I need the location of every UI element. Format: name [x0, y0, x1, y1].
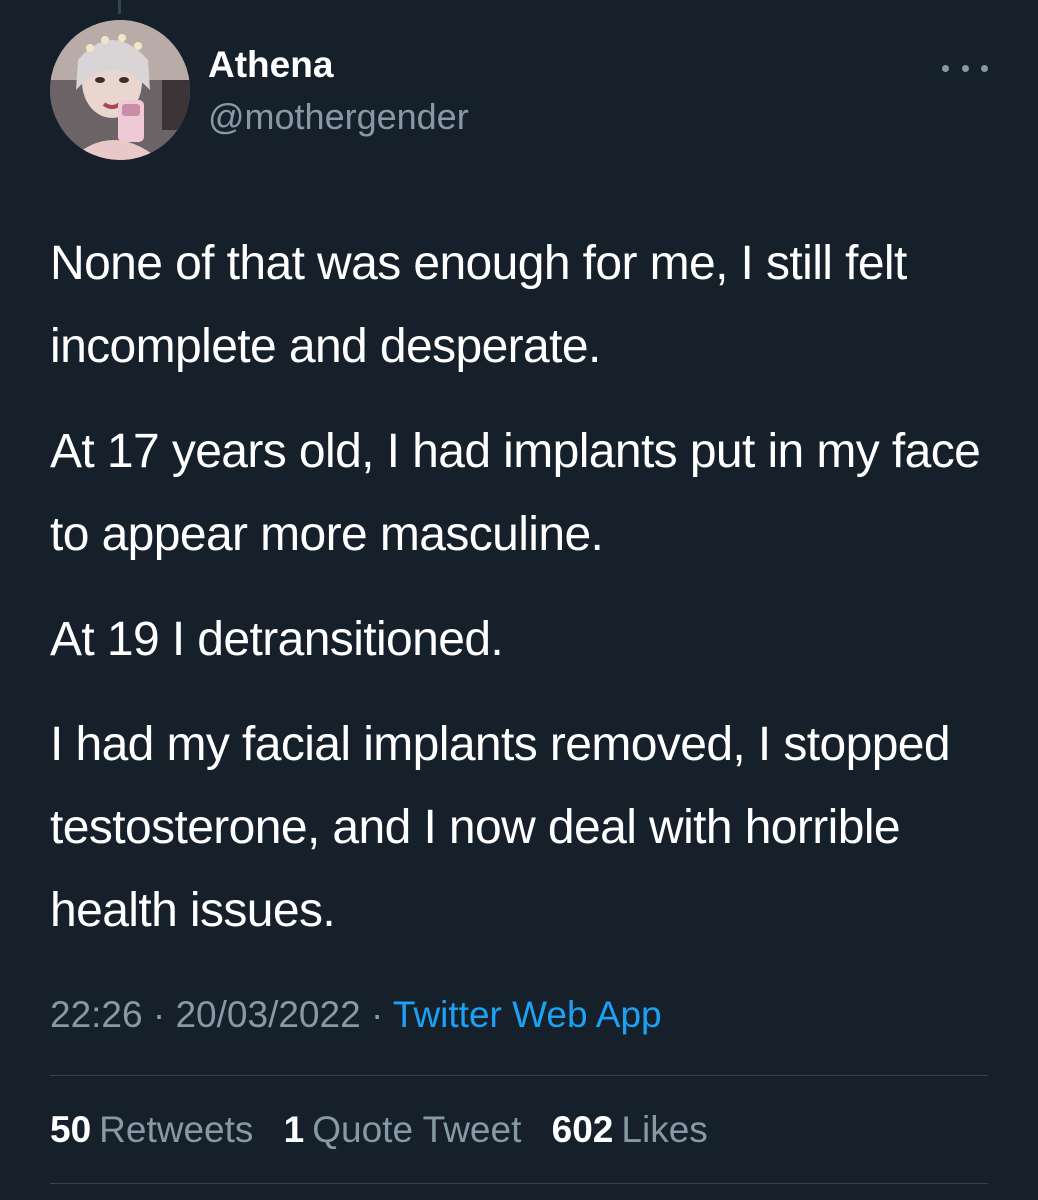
tweet-paragraph: At 19 I detransitioned.	[50, 613, 504, 666]
more-options-button[interactable]	[942, 54, 988, 82]
retweets-count: 50	[50, 1109, 92, 1150]
divider	[50, 1183, 988, 1184]
quote-tweets-count: 1	[283, 1109, 305, 1150]
tweet-time[interactable]: 22:26	[50, 994, 143, 1035]
retweets-stat[interactable]: 50 Retweets	[50, 1111, 253, 1148]
tweet-date[interactable]: 20/03/2022	[175, 994, 360, 1035]
more-horizontal-icon	[942, 64, 949, 72]
thread-connector-line	[118, 0, 121, 14]
display-name[interactable]: Athena	[208, 46, 333, 83]
quote-tweets-stat[interactable]: 1 Quote Tweet	[284, 1111, 522, 1148]
tweet-text: None of that was enough for me, I still …	[50, 222, 1000, 974]
tweet-source-link[interactable]: Twitter Web App	[393, 994, 662, 1035]
handle[interactable]: @mothergender	[208, 99, 469, 135]
likes-count: 602	[551, 1109, 614, 1150]
tweet-metadata: 22:26 · 20/03/2022 · Twitter Web App	[50, 996, 662, 1033]
tweet-paragraph: At 17 years old, I had implants put in m…	[50, 425, 981, 561]
divider	[50, 1075, 988, 1076]
likes-label: Likes	[621, 1109, 708, 1150]
meta-separator: ·	[370, 994, 384, 1035]
quote-tweets-label: Quote Tweet	[312, 1109, 522, 1150]
more-horizontal-icon	[961, 64, 969, 72]
avatar[interactable]	[50, 20, 190, 160]
retweets-label: Retweets	[99, 1109, 254, 1150]
avatar-image	[50, 20, 190, 160]
tweet-paragraph: I had my facial implants removed, I stop…	[50, 718, 951, 937]
meta-separator: ·	[152, 994, 166, 1035]
tweet-stats: 50 Retweets 1 Quote Tweet 602 Likes	[50, 1111, 728, 1148]
tweet-paragraph: None of that was enough for me, I still …	[50, 237, 907, 373]
likes-stat[interactable]: 602 Likes	[552, 1111, 708, 1148]
more-horizontal-icon	[981, 64, 988, 72]
